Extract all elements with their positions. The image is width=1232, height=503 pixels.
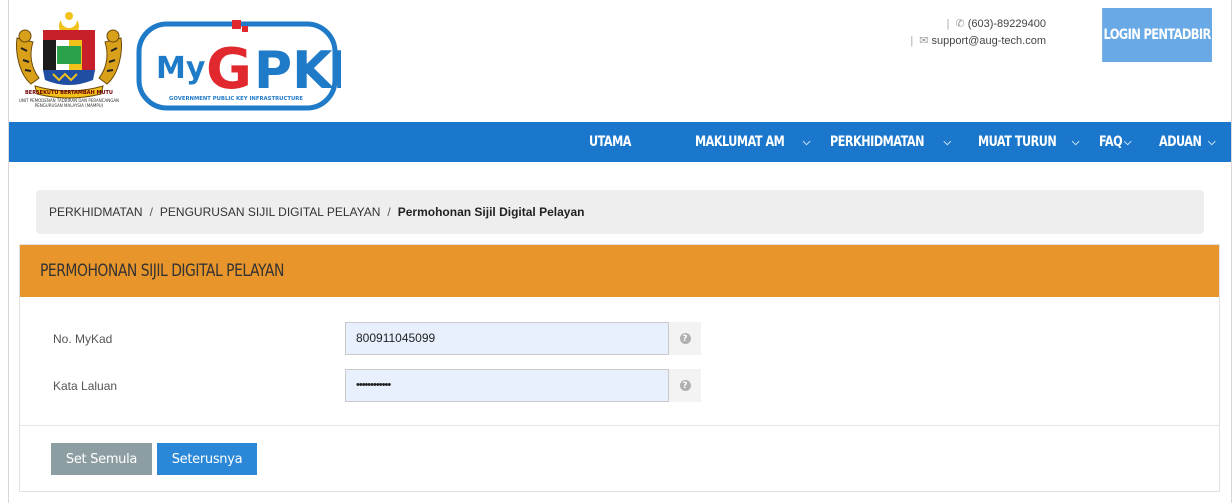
panel-header: PERMOHONAN SIJIL DIGITAL PELAYAN (20, 245, 1219, 297)
login-admin-button[interactable]: LOGIN PENTADBIR (1102, 8, 1212, 62)
phone-icon: ✆ (955, 18, 965, 30)
breadcrumb-item-perkhidmatan[interactable]: PERKHIDMATAN (49, 205, 143, 219)
form-divider (20, 425, 1219, 426)
email-address[interactable]: support@aug-tech.com (931, 35, 1046, 47)
chevron-down-icon: ⌵ (802, 136, 811, 148)
next-button[interactable]: Seterusnya (157, 443, 257, 475)
contact-info: | ✆ (603)-89229400 | ✉ support@aug-tech.com (910, 16, 1046, 50)
page: BERSEKUTU BERTAMBAH MUTU UNIT PEMODENAN … (8, 0, 1232, 503)
nav-item-faq[interactable]: FAQ ⌵ (1099, 122, 1159, 162)
nav-item-label: MUAT TURUN (978, 134, 1057, 150)
mygpki-logo[interactable]: My G PKI GOVERNMENT PUBLIC KEY INFRASTRU… (136, 16, 352, 113)
help-icon: ? (679, 333, 691, 344)
mykad-input[interactable]: 800911045099 (345, 322, 701, 355)
phone-line: | ✆ (603)-89229400 (946, 18, 1046, 30)
breadcrumb: PERKHIDMATAN / PENGURUSAN SIJIL DIGITAL … (36, 190, 1204, 234)
mykad-help-button[interactable]: ? (668, 322, 701, 355)
svg-text:My: My (156, 51, 206, 86)
mykad-label: No. MyKad (53, 332, 113, 346)
email-line: | ✉ support@aug-tech.com (910, 35, 1046, 47)
password-input[interactable]: •••••••••••• (345, 369, 701, 402)
svg-text:BERSEKUTU BERTAMBAH MUTU: BERSEKUTU BERTAMBAH MUTU (25, 90, 113, 96)
breadcrumb-current: Permohonan Sijil Digital Pelayan (397, 205, 585, 219)
application-form-panel: PERMOHONAN SIJIL DIGITAL PELAYAN No. MyK… (19, 244, 1220, 492)
chevron-down-icon: ⌵ (943, 136, 952, 148)
nav-item-aduan[interactable]: ADUAN ⌵ (1159, 122, 1223, 162)
chevron-down-icon: ⌵ (1071, 136, 1080, 148)
breadcrumb-separator: / (149, 205, 153, 219)
main-nav: UTAMA MAKLUMAT AM ⌵ PERKHIDMATAN ⌵ MUAT … (9, 122, 1231, 162)
envelope-icon: ✉ (919, 35, 929, 47)
nav-item-perkhidmatan[interactable]: PERKHIDMATAN ⌵ (830, 122, 978, 162)
site-header: BERSEKUTU BERTAMBAH MUTU UNIT PEMODENAN … (9, 0, 1231, 122)
password-help-button[interactable]: ? (668, 369, 701, 402)
breadcrumb-item-pengurusan[interactable]: PENGURUSAN SIJIL DIGITAL PELAYAN (160, 205, 381, 219)
nav-item-utama[interactable]: UTAMA (589, 122, 695, 162)
crest-caption: UNIT PEMODENAN TADBIRAN DAN PERANCANGAN … (18, 98, 120, 108)
mykad-row: No. MyKad 800911045099 ? (20, 322, 1219, 356)
password-label: Kata Laluan (53, 379, 118, 393)
nav-item-label: ADUAN (1159, 134, 1202, 150)
breadcrumb-separator: / (387, 205, 391, 219)
svg-text:G: G (206, 37, 252, 102)
nav-item-maklumat-am[interactable]: MAKLUMAT AM ⌵ (695, 122, 830, 162)
nav-item-label: FAQ (1099, 134, 1123, 150)
nav-item-label: UTAMA (589, 134, 631, 150)
chevron-down-icon: ⌵ (1123, 136, 1132, 148)
nav-item-label: MAKLUMAT AM (695, 134, 785, 150)
reset-button[interactable]: Set Semula (51, 443, 152, 475)
svg-text:PKI: PKI (254, 41, 341, 101)
panel-title: PERMOHONAN SIJIL DIGITAL PELAYAN (40, 261, 284, 281)
chevron-down-icon: ⌵ (1207, 136, 1216, 148)
nav-item-muat-turun[interactable]: MUAT TURUN ⌵ (978, 122, 1099, 162)
help-icon: ? (679, 380, 691, 391)
nav-item-label: PERKHIDMATAN (830, 134, 924, 150)
svg-text:GOVERNMENT PUBLIC KEY INFRASTR: GOVERNMENT PUBLIC KEY INFRASTRUCTURE (169, 96, 303, 102)
phone-number: (603)-89229400 (967, 18, 1046, 30)
password-row: Kata Laluan •••••••••••• ? (20, 369, 1219, 403)
